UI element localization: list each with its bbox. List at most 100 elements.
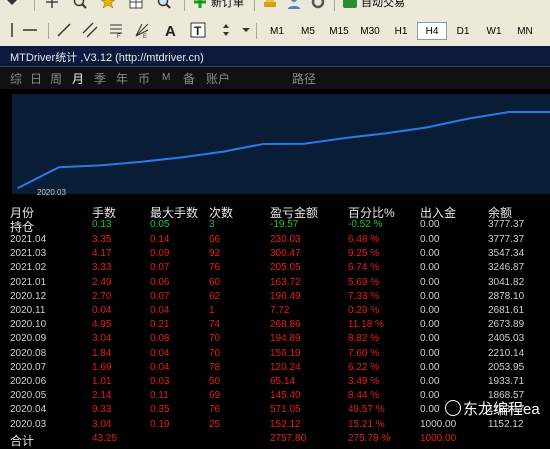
- horizontal-line-button[interactable]: [22, 20, 38, 40]
- cell-lots: 4.17: [92, 248, 112, 260]
- tab-quarterly[interactable]: 季: [94, 70, 106, 87]
- tab-monthly[interactable]: 月: [72, 70, 84, 87]
- cell-count: 62: [209, 290, 221, 302]
- statistics-window: MTDriver统计 ,V3.12 (http://mtdriver.cn) 综…: [0, 46, 550, 448]
- cell-pnl: 120.24: [270, 361, 301, 373]
- cell-count: 78: [209, 361, 221, 373]
- gold-button[interactable]: [262, 0, 278, 12]
- cell-pnl: 268.86: [270, 319, 301, 331]
- tab-notes[interactable]: 备: [183, 70, 195, 87]
- plus-icon: [194, 0, 206, 8]
- cell-lots: 0.04: [92, 305, 112, 316]
- holding-max-lots: 0.05: [150, 219, 170, 230]
- timeframe-m1[interactable]: M1: [262, 22, 292, 40]
- watermark: 东龙编程ea: [445, 398, 540, 419]
- cell-lots: 3.33: [92, 262, 112, 274]
- dropdown-arrow-button[interactable]: [4, 0, 20, 12]
- cell-balance: 1933.71: [488, 376, 525, 387]
- cell-month: 2020.08: [10, 347, 47, 359]
- templates-button[interactable]: [100, 0, 116, 12]
- new-order-button[interactable]: 新订单: [192, 0, 244, 12]
- cell-pct: 15.21 %: [348, 418, 385, 430]
- cell-month: 2021.03: [10, 248, 47, 260]
- timeframe-m30[interactable]: M30: [355, 22, 385, 40]
- timeframe-h1[interactable]: H1: [386, 22, 416, 40]
- cell-month: 2020.11: [10, 305, 46, 316]
- cell-pct: 49.57 %: [348, 404, 385, 416]
- cell-lots: 4.95: [92, 319, 112, 331]
- fibonacci-icon: F: [110, 24, 122, 38]
- chevron-down-icon: [242, 28, 250, 32]
- cell-lots: 3.04: [92, 418, 112, 430]
- vertical-line-button[interactable]: [4, 20, 20, 40]
- cell-lots: 2.14: [92, 390, 112, 402]
- cell-month: 2020.03: [10, 418, 47, 430]
- cell-count: 25: [209, 418, 221, 430]
- cell-balance: 2210.14: [488, 347, 525, 359]
- tab-daily[interactable]: 日: [30, 70, 42, 87]
- cell-flow: 0.00: [420, 361, 440, 373]
- timeframe-m15[interactable]: M15: [324, 22, 354, 40]
- autotrade-button[interactable]: 自动交易: [342, 0, 405, 12]
- cell-pnl: 194.89: [270, 333, 301, 345]
- cell-max-lots: 0.04: [150, 347, 170, 359]
- tab-overall[interactable]: 综: [10, 70, 22, 87]
- account-button[interactable]: [286, 0, 302, 12]
- gold-bars-icon: [264, 0, 276, 7]
- table-header: 月份 手数 最大手数 次数 盈亏金额 百分比% 出入金 余额: [10, 204, 550, 220]
- cell-lots: 9.33: [92, 404, 112, 416]
- crosshair-icon: [46, 0, 58, 8]
- cell-pnl: 196.49: [270, 290, 301, 302]
- table-row: 2021.01 2.49 0.06 60 163.72 5.69 % 0.00 3041.82: [10, 277, 550, 292]
- trendline-button[interactable]: [56, 20, 72, 40]
- timeframe-m5[interactable]: M5: [293, 22, 323, 40]
- svg-text:T: T: [194, 24, 202, 38]
- gann-button[interactable]: E: [134, 20, 150, 40]
- label-button[interactable]: T: [190, 20, 206, 40]
- cell-flow: 0.00: [420, 234, 440, 245]
- cell-month: 2021.04: [10, 234, 47, 245]
- tab-weekly[interactable]: 周: [50, 70, 62, 87]
- vertical-line-icon: [11, 23, 13, 37]
- balance-point: [139, 161, 142, 163]
- settings-button[interactable]: [310, 0, 326, 12]
- objects-button[interactable]: [128, 0, 144, 12]
- window-titlebar[interactable]: MTDriver统计 ,V3.12 (http://mtdriver.cn): [0, 46, 550, 67]
- cell-month: 2020.05: [10, 390, 47, 402]
- cell-pnl: 152.12: [270, 418, 301, 430]
- channel-button[interactable]: [82, 20, 98, 40]
- tab-currency[interactable]: 币: [138, 70, 150, 87]
- channel-icon: [82, 22, 98, 38]
- arrows-dropdown[interactable]: [238, 20, 254, 40]
- cell-flow: 1000.00: [420, 418, 457, 430]
- timeframe-d1[interactable]: D1: [448, 22, 478, 40]
- cell-count: 76: [209, 262, 221, 274]
- autotrade-icon: [343, 0, 357, 8]
- tab-account[interactable]: 账户: [206, 70, 230, 87]
- cell-pct: 7.33 %: [348, 290, 380, 302]
- fibo-button[interactable]: F: [108, 20, 124, 40]
- text-button[interactable]: A: [162, 20, 178, 40]
- tab-path[interactable]: 路径: [292, 70, 316, 87]
- arrows-button[interactable]: [218, 20, 234, 40]
- cell-flow: 0.00: [420, 390, 440, 402]
- watermark-text: 东龙编程ea: [463, 401, 540, 418]
- table-row: 2020.03 3.04 0.19 25 152.12 15.21 % 1000.00 115…: [10, 419, 550, 434]
- timeframe-h4[interactable]: H4: [417, 22, 447, 40]
- grid-icon: [129, 0, 143, 9]
- cell-month: 2021.02: [10, 262, 47, 274]
- cell-max-lots: 0.35: [150, 404, 170, 416]
- cell-pct: 8.44 %: [348, 390, 380, 402]
- cell-flow: 0.00: [420, 347, 440, 359]
- cell-month: 2020.07: [10, 361, 47, 373]
- timeframe-mn[interactable]: MN: [510, 22, 540, 40]
- tab-m[interactable]: M: [162, 72, 170, 83]
- zoom-in-button[interactable]: [72, 0, 88, 12]
- zoom-button[interactable]: [156, 0, 172, 12]
- balance-point: [221, 150, 224, 153]
- crosshair-button[interactable]: [44, 0, 60, 12]
- cell-max-lots: 0.09: [150, 248, 170, 260]
- timeframe-w1[interactable]: W1: [479, 22, 509, 40]
- tab-yearly[interactable]: 年: [116, 70, 128, 87]
- balance-chart: [12, 94, 550, 194]
